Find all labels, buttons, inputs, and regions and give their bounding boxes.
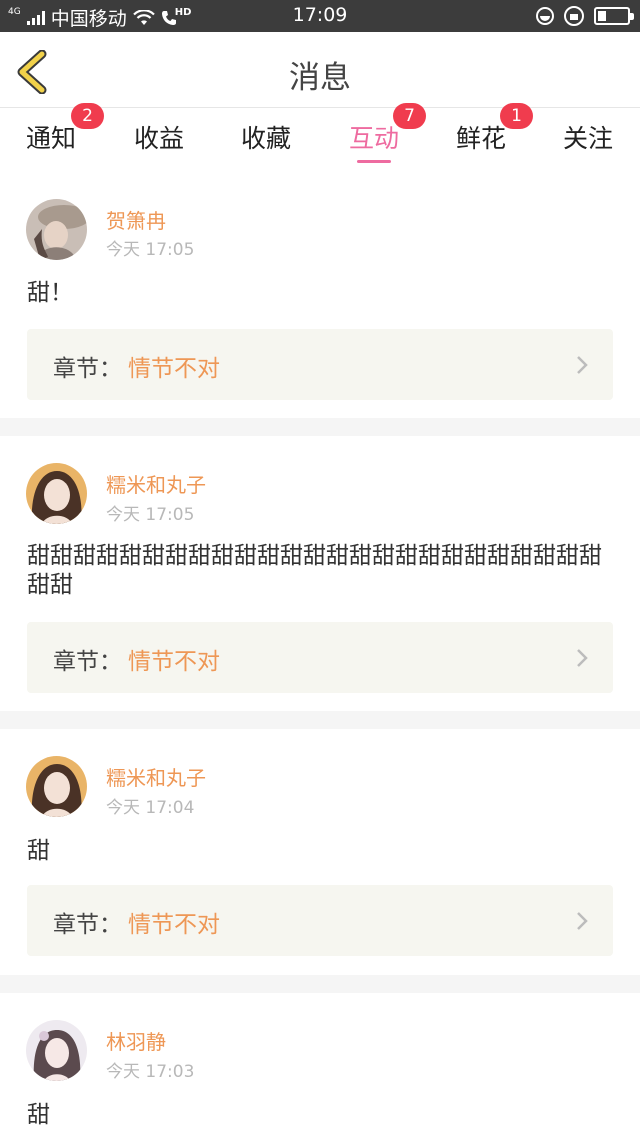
chapter-link[interactable]: 章节： 情节不对 — [27, 329, 613, 400]
tab-label: 通知 — [25, 124, 76, 153]
chapter-label: 章节： — [53, 649, 122, 675]
tab-notifications[interactable]: 通知 2 — [11, 103, 104, 155]
card-separator — [0, 418, 640, 436]
page-title: 消息 — [289, 60, 351, 96]
timestamp: 今天 17:05 — [106, 505, 195, 525]
tab-favorites[interactable]: 收藏 — [226, 119, 306, 155]
tab-flowers[interactable]: 鲜花 1 — [441, 103, 533, 155]
unread-badge: 2 — [71, 103, 104, 129]
chapter-label: 章节： — [53, 912, 122, 938]
card-separator — [0, 711, 640, 729]
avatar[interactable] — [26, 199, 87, 260]
message-card: 糯米和丸子 今天 17:05 甜甜甜甜甜甜甜甜甜甜甜甜甜甜甜甜甜甜甜甜甜甜甜甜甜… — [0, 436, 640, 711]
battery-icon — [594, 7, 634, 25]
unread-badge: 7 — [393, 103, 426, 129]
tab-label: 收藏 — [240, 124, 291, 153]
message-text: 甜！ — [27, 280, 73, 306]
tab-earnings[interactable]: 收益 — [119, 119, 199, 155]
message-text: 甜 — [27, 838, 50, 864]
chapter-link[interactable]: 章节： 情节不对 — [27, 885, 613, 956]
tab-label: 互动 — [348, 124, 399, 153]
tab-bar: 通知 2 收益 收藏 互动 7 鲜花 1 关注 — [0, 103, 640, 171]
message-card: 糯米和丸子 今天 17:04 甜 章节： 情节不对 — [0, 729, 640, 975]
tab-label: 关注 — [562, 124, 613, 153]
rotation-lock-icon — [564, 6, 584, 26]
username[interactable]: 林羽静 — [106, 1026, 166, 1055]
avatar[interactable] — [26, 1020, 87, 1081]
message-text: 甜 — [27, 1102, 50, 1128]
chevron-right-icon — [577, 912, 588, 930]
app-header: 消息 — [0, 32, 640, 108]
timestamp: 今天 17:04 — [106, 798, 195, 818]
message-card: 贺箫冉 今天 17:05 甜！ 章节： 情节不对 — [0, 171, 640, 418]
status-bar: 4G 中国移动 HD 17:09 — [0, 0, 640, 32]
data-saver-icon — [536, 7, 554, 25]
tab-label: 收益 — [133, 124, 184, 153]
chapter-name: 情节不对 — [128, 356, 220, 382]
chapter-name: 情节不对 — [128, 912, 220, 938]
status-right — [536, 6, 634, 26]
chapter-name: 情节不对 — [128, 649, 220, 675]
chapter-label: 章节： — [53, 356, 122, 382]
username[interactable]: 贺箫冉 — [106, 205, 166, 234]
timestamp: 今天 17:03 — [106, 1062, 195, 1082]
message-text: 甜甜甜甜甜甜甜甜甜甜甜甜甜甜甜甜甜甜甜甜甜甜甜甜甜甜甜 — [27, 543, 602, 598]
chevron-right-icon — [577, 356, 588, 374]
username[interactable]: 糯米和丸子 — [106, 762, 206, 791]
chevron-right-icon — [577, 649, 588, 667]
tab-following[interactable]: 关注 — [548, 119, 628, 155]
tab-interactions[interactable]: 互动 7 — [334, 103, 426, 163]
avatar[interactable] — [26, 463, 87, 524]
chapter-link[interactable]: 章节： 情节不对 — [27, 622, 613, 693]
tab-label: 鲜花 — [455, 124, 506, 153]
message-card: 林羽静 今天 17:03 甜 — [0, 993, 640, 1138]
avatar[interactable] — [26, 756, 87, 817]
card-separator — [0, 975, 640, 993]
username[interactable]: 糯米和丸子 — [106, 469, 206, 498]
unread-badge: 1 — [500, 103, 533, 129]
timestamp: 今天 17:05 — [106, 240, 195, 260]
tab-underline — [357, 160, 391, 163]
